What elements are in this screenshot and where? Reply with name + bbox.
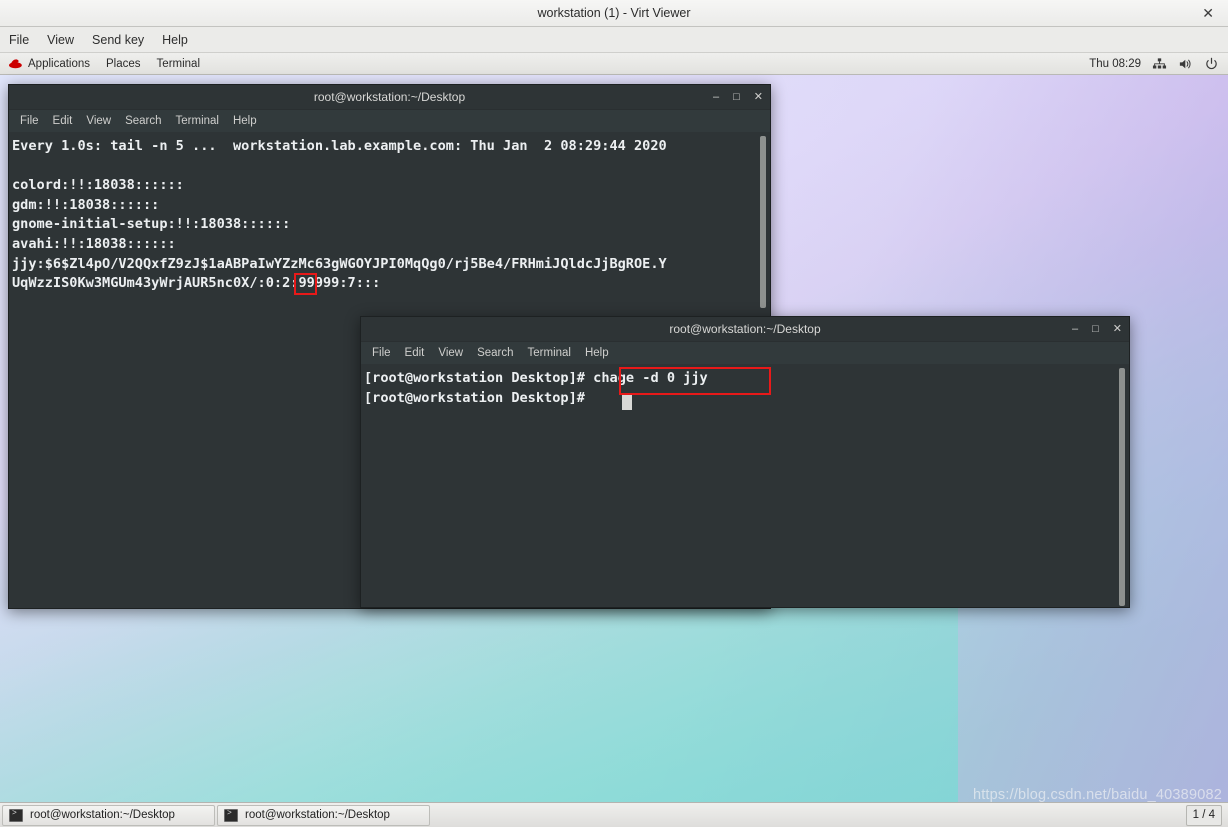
close-icon[interactable]: ✕	[1198, 4, 1218, 22]
minimize-icon[interactable]: –	[1072, 324, 1078, 335]
terminal-2-menubar: File Edit View Search Terminal Help	[361, 342, 1129, 364]
gnome-top-panel: Applications Places Terminal Thu 08:29	[0, 53, 1228, 75]
minimize-icon[interactable]: –	[713, 92, 719, 103]
volume-icon[interactable]	[1178, 57, 1193, 71]
network-icon[interactable]	[1152, 57, 1167, 71]
virt-viewer-menubar: File View Send key Help	[0, 27, 1228, 53]
terminal-1-menu-view[interactable]: View	[86, 115, 111, 127]
menu-send-key[interactable]: Send key	[92, 33, 144, 47]
terminal-2-cursor	[622, 395, 632, 410]
scrollbar-thumb[interactable]	[1119, 368, 1125, 606]
gnome-panel-right: Thu 08:29	[1089, 57, 1228, 71]
terminal-icon	[224, 808, 238, 822]
terminal-1-menu-help[interactable]: Help	[233, 115, 257, 127]
terminal-2-menu-view[interactable]: View	[438, 347, 463, 359]
places-label: Places	[106, 57, 141, 70]
terminal-1-menu-terminal[interactable]: Terminal	[176, 115, 219, 127]
terminal-2-scrollbar[interactable]	[1116, 364, 1129, 607]
terminal-1-menu-file[interactable]: File	[20, 115, 39, 127]
close-icon[interactable]: ✕	[1113, 324, 1122, 335]
applications-label: Applications	[28, 57, 91, 70]
terminal-1-menubar: File Edit View Search Terminal Help	[9, 110, 770, 132]
menu-view[interactable]: View	[47, 33, 74, 47]
clock[interactable]: Thu 08:29	[1089, 58, 1141, 70]
terminal-window-menu[interactable]: Terminal	[157, 58, 200, 70]
virt-viewer-titlebar: workstation (1) - Virt Viewer ✕	[0, 0, 1228, 27]
terminal-2-menu-search[interactable]: Search	[477, 347, 513, 359]
close-icon[interactable]: ✕	[754, 92, 763, 103]
terminal-1-titlebar[interactable]: root@workstation:~/Desktop – □ ✕	[9, 85, 770, 110]
bottom-taskbar: root@workstation:~/Desktop root@workstat…	[0, 802, 1228, 827]
terminal-2-menu-help[interactable]: Help	[585, 347, 609, 359]
screen: workstation (1) - Virt Viewer ✕ File Vie…	[0, 0, 1228, 827]
terminal-2-titlebar[interactable]: root@workstation:~/Desktop – □ ✕	[361, 317, 1129, 342]
terminal-menu-label: Terminal	[156, 57, 201, 70]
terminal-2-title: root@workstation:~/Desktop	[669, 322, 821, 336]
terminal-2-output: [root@workstation Desktop]# chage -d 0 j…	[364, 370, 708, 406]
terminal-2-menu-terminal[interactable]: Terminal	[528, 347, 571, 359]
terminal-1-title: root@workstation:~/Desktop	[313, 90, 466, 104]
terminal-2-menu-edit[interactable]: Edit	[405, 347, 425, 359]
redhat-logo-icon	[8, 58, 23, 69]
taskbar-right: 1 / 4	[1185, 804, 1226, 826]
scrollbar-thumb[interactable]	[760, 136, 766, 308]
workspace-indicator[interactable]: 1 / 4	[1185, 804, 1222, 826]
taskbar-item-label: root@workstation:~/Desktop	[245, 809, 390, 821]
maximize-icon[interactable]: □	[1092, 324, 1099, 335]
menu-file[interactable]: File	[9, 33, 29, 47]
terminal-icon	[9, 808, 23, 822]
maximize-icon[interactable]: □	[733, 92, 740, 103]
terminal-1-menu-search[interactable]: Search	[125, 115, 161, 127]
gnome-panel-left: Applications Places Terminal	[0, 58, 200, 70]
places-menu[interactable]: Places	[106, 58, 141, 70]
terminal-2-window-buttons: – □ ✕	[1072, 317, 1122, 342]
terminal-1-menu-edit[interactable]: Edit	[53, 115, 73, 127]
taskbar-item-label: root@workstation:~/Desktop	[30, 809, 175, 821]
terminal-2-menu-file[interactable]: File	[372, 347, 391, 359]
terminal-1-window-buttons: – □ ✕	[713, 85, 763, 110]
taskbar-item-terminal-1[interactable]: root@workstation:~/Desktop	[2, 804, 215, 826]
applications-menu[interactable]: Applications	[8, 58, 90, 70]
virt-viewer-title: workstation (1) - Virt Viewer	[537, 6, 691, 20]
taskbar-item-terminal-2[interactable]: root@workstation:~/Desktop	[217, 804, 430, 826]
power-icon[interactable]	[1204, 57, 1219, 71]
terminal-2-body[interactable]: [root@workstation Desktop]# chage -d 0 j…	[361, 364, 1129, 607]
terminal-window-2[interactable]: root@workstation:~/Desktop – □ ✕ File Ed…	[360, 316, 1130, 608]
menu-help[interactable]: Help	[162, 33, 188, 47]
